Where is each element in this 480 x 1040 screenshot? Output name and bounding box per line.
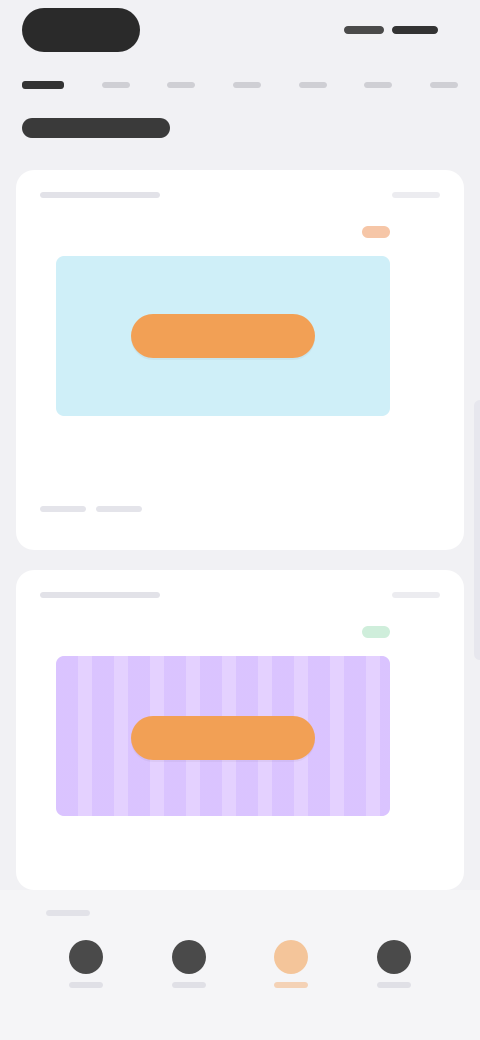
section-title: [22, 118, 170, 138]
bottom-nav-top-label: [46, 910, 90, 916]
top-right-status: [344, 20, 446, 40]
tab-5[interactable]: [298, 82, 327, 88]
status-badge: [362, 226, 390, 238]
tab-3[interactable]: [167, 82, 196, 88]
card-header: [40, 186, 440, 204]
card-banner-purple: [56, 656, 390, 816]
bottom-nav-items: [54, 932, 426, 996]
profile-icon: [376, 940, 411, 974]
status-badge: [362, 626, 390, 638]
status-bar: [392, 26, 438, 34]
nav-label: [69, 982, 103, 988]
tab-6[interactable]: [364, 82, 393, 88]
card-footer-pill: [40, 506, 86, 512]
nav-label: [376, 982, 411, 988]
tabs: [22, 70, 458, 100]
scroll-handle[interactable]: [474, 400, 480, 660]
feature-card-1[interactable]: [16, 170, 464, 550]
feature-card-2[interactable]: [16, 570, 464, 890]
tab-2[interactable]: [101, 82, 130, 88]
card-banner-blue: [56, 256, 390, 416]
bottom-navigation: [0, 890, 480, 1040]
nav-item-profile[interactable]: [362, 932, 426, 996]
nav-label: [171, 982, 206, 988]
nav-item-create[interactable]: [259, 932, 323, 996]
card-footer-pill: [96, 506, 142, 512]
tab-1[interactable]: [22, 81, 64, 89]
primary-cta-button[interactable]: [131, 314, 315, 358]
home-icon: [69, 940, 103, 974]
tab-7[interactable]: [429, 82, 458, 88]
create-icon: [274, 940, 309, 974]
card-footer: [40, 504, 160, 514]
status-bar: [344, 26, 384, 34]
card-header-left: [40, 192, 160, 198]
nav-item-discover[interactable]: [157, 932, 221, 996]
tab-4[interactable]: [232, 82, 261, 88]
card-header-left: [40, 592, 160, 598]
top-bar: [0, 0, 480, 70]
nav-item-home[interactable]: [54, 932, 118, 996]
primary-cta-button[interactable]: [131, 716, 315, 760]
discover-icon: [171, 940, 206, 974]
card-header-right: [392, 192, 440, 198]
app-pill[interactable]: [22, 8, 140, 52]
card-header: [40, 586, 440, 604]
nav-label: [274, 982, 309, 988]
card-header-right: [392, 592, 440, 598]
